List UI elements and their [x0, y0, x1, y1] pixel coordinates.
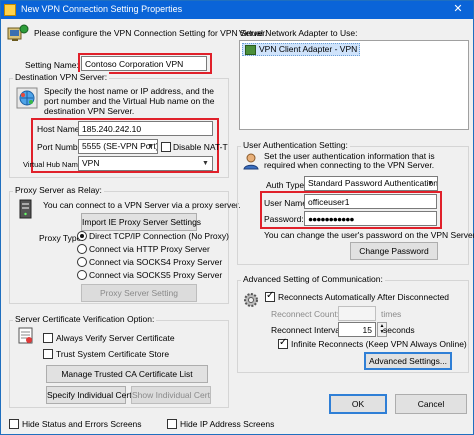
- reconnect-auto-label: Reconnects Automatically After Disconnec…: [278, 292, 450, 302]
- auth-type-label: Auth Type:: [266, 180, 307, 190]
- radio-http[interactable]: [77, 244, 87, 254]
- app-icon: [4, 4, 16, 16]
- certificate-group-title: Server Certificate Verification Option:: [13, 314, 157, 324]
- host-name-label: Host Name:: [37, 124, 82, 134]
- adapter-list[interactable]: VPN Client Adapter - VPN: [239, 40, 469, 130]
- hide-ip-label: Hide IP Address Screens: [180, 419, 275, 429]
- trust-store-label: Trust System Certificate Store: [56, 349, 170, 359]
- radio-socks5[interactable]: [77, 270, 87, 280]
- auth-description: Set the user authentication information …: [264, 151, 435, 170]
- radio-socks4[interactable]: [77, 257, 87, 267]
- import-ie-proxy-button[interactable]: Import IE Proxy Server Settings: [81, 213, 201, 231]
- adapter-list-item[interactable]: VPN Client Adapter - VPN: [242, 43, 361, 56]
- infinite-reconnect-label: Infinite Reconnects (Keep VPN Always Onl…: [291, 339, 467, 349]
- virtual-hub-label: Virtual Hub Name:: [23, 160, 85, 169]
- password-input[interactable]: [304, 211, 437, 226]
- reconnect-interval-label: Reconnect Interval:: [271, 325, 345, 335]
- window-title: New VPN Connection Setting Properties: [21, 4, 183, 14]
- reconnect-count-input[interactable]: [338, 306, 376, 321]
- user-name-input[interactable]: [304, 194, 437, 209]
- auth-type-value: Standard Password Authentication: [308, 178, 438, 188]
- radio-socks4-label: Connect via SOCKS4 Proxy Server: [89, 257, 223, 267]
- ok-button[interactable]: OK: [329, 394, 387, 414]
- chevron-down-icon: ▼: [147, 143, 154, 150]
- change-password-button[interactable]: Change Password: [350, 242, 438, 260]
- always-verify-label: Always Verify Server Certificate: [56, 333, 175, 343]
- proxy-server-icon: [18, 199, 34, 219]
- title-bar: New VPN Connection Setting Properties ✕: [1, 1, 473, 19]
- host-name-input[interactable]: [78, 121, 213, 136]
- hide-status-label: Hide Status and Errors Screens: [22, 419, 142, 429]
- manage-ca-list-button[interactable]: Manage Trusted CA Certificate List: [46, 365, 208, 383]
- chevron-down-icon: ▼: [427, 180, 434, 187]
- network-adapter-icon: [245, 45, 256, 55]
- auth-group-title: User Authentication Setting:: [241, 140, 350, 150]
- virtual-hub-value: VPN: [82, 158, 100, 168]
- radio-direct[interactable]: [77, 231, 87, 241]
- radio-http-label: Connect via HTTP Proxy Server: [89, 244, 210, 254]
- reconnect-interval-input[interactable]: [338, 322, 376, 337]
- cancel-button[interactable]: Cancel: [395, 394, 467, 414]
- chevron-down-icon: ▼: [202, 160, 209, 167]
- proxy-group-title: Proxy Server as Relay:: [13, 185, 104, 195]
- reconnect-count-unit: times: [381, 309, 402, 319]
- properties-window: New VPN Connection Setting Properties ✕ …: [0, 0, 474, 435]
- certificate-icon: [18, 327, 34, 345]
- auth-type-combo[interactable]: Standard Password Authentication ▼: [304, 176, 438, 191]
- infinite-reconnect-checkbox[interactable]: [278, 337, 288, 349]
- reconnect-auto-checkbox[interactable]: [265, 290, 275, 302]
- user-name-label: User Name:: [264, 198, 310, 208]
- advanced-group-title: Advanced Setting of Communication:: [241, 274, 385, 284]
- disable-nat-t-checkbox[interactable]: [161, 142, 171, 152]
- globe-server-icon: [16, 87, 38, 109]
- close-icon[interactable]: ✕: [443, 1, 473, 19]
- trust-store-checkbox[interactable]: [43, 349, 53, 359]
- radio-socks5-label: Connect via SOCKS5 Proxy Server: [89, 270, 223, 280]
- advanced-settings-button[interactable]: Advanced Settings...: [364, 352, 452, 370]
- port-number-combo[interactable]: 5555 (SE-VPN Port) ▼: [78, 139, 158, 154]
- reconnect-interval-unit: seconds: [383, 325, 415, 335]
- adapter-title: Virtual Network Adapter to Use:: [239, 28, 358, 38]
- destination-group-title: Destination VPN Server:: [13, 72, 110, 82]
- gear-icon: [242, 291, 260, 309]
- virtual-hub-combo[interactable]: VPN ▼: [78, 156, 213, 171]
- user-icon: [242, 152, 260, 170]
- proxy-server-setting-button[interactable]: Proxy Server Setting: [81, 284, 197, 302]
- setting-name-label: Setting Name:: [25, 60, 79, 70]
- destination-description: Specify the host name or IP address, and…: [44, 86, 215, 116]
- proxy-description: You can connect to a VPN Server via a pr…: [43, 200, 241, 210]
- radio-direct-label: Direct TCP/IP Connection (No Proxy): [89, 231, 229, 241]
- hide-status-checkbox[interactable]: [9, 419, 19, 429]
- password-note: You can change the user's password on th…: [264, 230, 474, 240]
- reconnect-count-label: Reconnect Count:: [271, 309, 340, 319]
- specify-individual-cert-button[interactable]: Specify Individual Cert: [46, 386, 132, 404]
- always-verify-checkbox[interactable]: [43, 333, 53, 343]
- vpn-connection-icon: [7, 23, 29, 43]
- hide-ip-checkbox[interactable]: [167, 419, 177, 429]
- show-individual-cert-button[interactable]: Show Individual Cert: [131, 386, 211, 404]
- disable-nat-t-label: Disable NAT-T: [173, 142, 228, 152]
- password-label: Password:: [264, 214, 304, 224]
- intro-text: Please configure the VPN Connection Sett…: [34, 28, 267, 38]
- highlight-setting-name: [78, 53, 212, 74]
- adapter-item-label: VPN Client Adapter - VPN: [259, 44, 358, 54]
